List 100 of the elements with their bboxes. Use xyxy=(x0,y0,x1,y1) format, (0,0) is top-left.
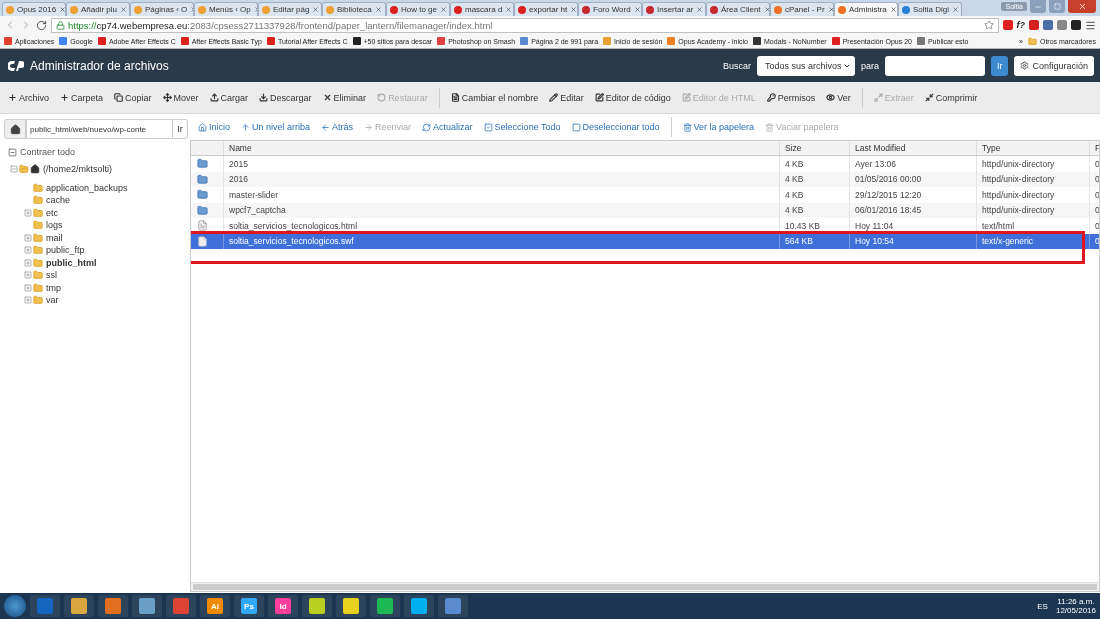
toolbar-button[interactable]: Copiar xyxy=(114,92,152,103)
taskbar-app[interactable] xyxy=(370,595,400,617)
tree-item[interactable]: ssl xyxy=(46,270,57,281)
home-button[interactable] xyxy=(4,119,26,139)
close-icon[interactable] xyxy=(375,6,382,13)
expand-icon[interactable] xyxy=(24,233,32,242)
star-icon[interactable] xyxy=(983,20,994,30)
toolbar-button[interactable]: Descargar xyxy=(259,92,312,103)
address-field[interactable]: https://cp74.webempresa.eu:2083/cpsess2711337928/frontend/paper_lantern/filemanager/index.html xyxy=(51,17,999,33)
taskbar-app[interactable] xyxy=(302,595,332,617)
search-field[interactable] xyxy=(884,55,985,76)
reload-icon[interactable] xyxy=(36,19,47,31)
browser-tab[interactable]: Insertar ar xyxy=(642,2,706,16)
close-icon[interactable] xyxy=(312,6,320,13)
close-icon[interactable] xyxy=(952,6,959,13)
tree-item[interactable]: (/home2/mktsolti) xyxy=(43,164,113,175)
close-icon[interactable] xyxy=(827,6,833,13)
expand-icon[interactable] xyxy=(24,208,32,217)
close-icon[interactable] xyxy=(59,6,65,13)
go-button[interactable]: Ir xyxy=(172,119,188,139)
tree-item[interactable]: tmp xyxy=(46,282,61,293)
taskbar-app[interactable] xyxy=(98,595,128,617)
collapse-all-button[interactable]: Contraer todo xyxy=(8,147,76,157)
toolbar-button[interactable]: Ver xyxy=(826,92,851,103)
browser-tab[interactable]: Opus 2016 xyxy=(2,2,66,16)
extension-icon[interactable] xyxy=(1002,20,1013,30)
browser-tab[interactable]: mascara d xyxy=(450,2,514,16)
tree-item[interactable]: public_ftp xyxy=(46,245,85,256)
taskbar-app[interactable] xyxy=(336,595,366,617)
collapse-icon[interactable] xyxy=(10,165,18,174)
tree-item[interactable]: logs xyxy=(46,220,63,231)
nav-link[interactable]: Seleccione Todo xyxy=(483,122,561,132)
toolbar-button[interactable]: Editor de código xyxy=(594,92,671,103)
column-header[interactable]: Name xyxy=(223,141,779,155)
settings-button[interactable]: Configuración xyxy=(1014,55,1094,76)
menu-icon[interactable] xyxy=(1085,19,1096,31)
close-icon[interactable] xyxy=(440,6,448,13)
toolbar-button[interactable]: Permisos xyxy=(766,92,816,103)
browser-tab[interactable]: Biblioteca xyxy=(322,2,386,16)
toolbar-button[interactable]: Archivo xyxy=(8,92,49,103)
nav-link[interactable]: Ver la papelera xyxy=(682,122,755,132)
browser-tab[interactable]: Páginas ‹ O xyxy=(130,2,194,16)
tree-item[interactable]: etc xyxy=(46,207,58,218)
toolbar-button[interactable]: Editar xyxy=(549,92,584,103)
column-header[interactable]: Type xyxy=(976,141,1089,155)
tree-item[interactable]: public_html xyxy=(46,257,97,268)
extension-button[interactable]: f? xyxy=(1016,20,1025,30)
close-icon[interactable] xyxy=(570,6,577,13)
browser-tab[interactable]: cPanel - Pr xyxy=(770,2,834,16)
toolbar-button[interactable]: Cambiar el nombre xyxy=(450,92,539,103)
language-indicator[interactable]: ES xyxy=(1037,601,1048,611)
expand-icon[interactable] xyxy=(24,296,32,305)
browser-tab[interactable]: Foro Word xyxy=(578,2,642,16)
taskbar-app[interactable] xyxy=(438,595,468,617)
browser-tab[interactable]: exportar ht xyxy=(514,2,578,16)
expand-icon[interactable] xyxy=(24,258,32,267)
toolbar-button[interactable]: Comprimir xyxy=(924,92,978,103)
browser-tab[interactable]: Añadir plu xyxy=(66,2,130,16)
close-button[interactable] xyxy=(1068,0,1096,13)
close-icon[interactable] xyxy=(696,6,704,13)
table-cell: 4 KB xyxy=(785,158,804,169)
toolbar-button[interactable]: Mover xyxy=(162,92,199,103)
nav-link[interactable]: Actualizar xyxy=(422,122,473,132)
close-icon[interactable] xyxy=(505,6,513,13)
close-icon[interactable] xyxy=(120,6,128,13)
browser-tab[interactable]: Menús ‹ Op xyxy=(194,2,258,16)
nav-link[interactable]: Un nivel arriba xyxy=(241,122,311,132)
tree-item[interactable]: application_backups xyxy=(46,182,128,193)
expand-icon[interactable] xyxy=(24,271,32,280)
browser-tab[interactable]: Editar pág xyxy=(258,2,322,16)
toolbar-button[interactable]: Carpeta xyxy=(60,92,104,103)
browser-tab[interactable]: Administra xyxy=(834,2,898,16)
nav-link[interactable]: Deseleccionar todo xyxy=(571,122,660,132)
column-header[interactable]: Last Modified xyxy=(849,141,976,155)
scrollbar[interactable] xyxy=(191,582,1099,591)
nav-link[interactable]: Inicio xyxy=(198,122,230,132)
expand-icon[interactable] xyxy=(24,283,32,292)
toolbar-button[interactable]: Cargar xyxy=(209,92,249,103)
start-button[interactable] xyxy=(4,595,26,617)
scope-dropdown[interactable]: Todos sus archivos xyxy=(756,55,855,76)
column-header[interactable]: F xyxy=(1089,141,1099,155)
path-field[interactable]: public_html/web/nuevo/wp-conte xyxy=(26,119,172,139)
tree-item[interactable]: var xyxy=(46,295,59,306)
browser-tab[interactable]: How to ge xyxy=(386,2,450,16)
taskbar-app[interactable] xyxy=(404,595,434,617)
column-header[interactable]: Size xyxy=(779,141,849,155)
tree-item[interactable]: mail xyxy=(46,232,63,243)
taskbar-app[interactable] xyxy=(132,595,162,617)
go-button[interactable]: Ir xyxy=(990,55,1009,76)
close-icon[interactable] xyxy=(763,6,769,13)
nav-link[interactable]: Atrás xyxy=(321,122,354,132)
taskbar-app[interactable] xyxy=(64,595,94,617)
close-icon[interactable] xyxy=(889,6,897,13)
expand-icon[interactable] xyxy=(24,246,32,255)
toolbar-button[interactable]: Eliminar xyxy=(322,92,367,103)
close-icon[interactable] xyxy=(633,6,641,13)
browser-tab[interactable]: Soltia Digi xyxy=(898,2,962,16)
browser-tab[interactable]: Área Client xyxy=(706,2,770,16)
extension-icon[interactable] xyxy=(1071,20,1081,30)
tree-item[interactable]: cache xyxy=(46,195,71,206)
